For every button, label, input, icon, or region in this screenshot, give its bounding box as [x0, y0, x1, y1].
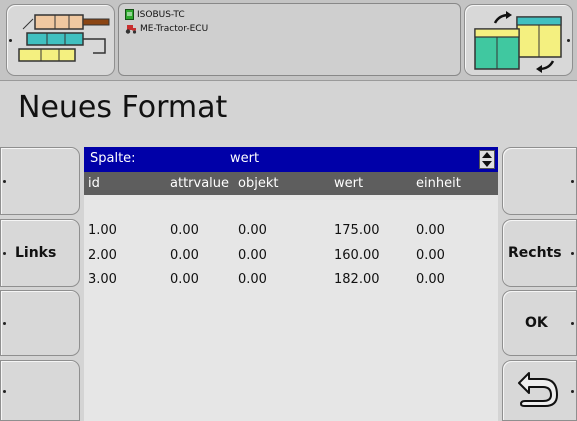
table-cell: 2.00: [88, 248, 117, 263]
table-cell: 0.00: [416, 248, 445, 263]
implement-layout-button[interactable]: [6, 4, 115, 76]
swap-layout-icon: [474, 11, 562, 73]
swap-layout-button[interactable]: [464, 4, 573, 76]
softkey-left-links-label: Links: [15, 245, 57, 261]
softkey-left-1[interactable]: [0, 147, 80, 215]
table-cell: 160.00: [334, 248, 380, 263]
table-cell: 182.00: [334, 272, 380, 287]
column-selector-value: wert: [230, 151, 260, 166]
softkey-marker: [3, 180, 6, 183]
softkey-right-rechts[interactable]: Rechts: [502, 219, 577, 287]
tractor-icon: [125, 25, 137, 34]
table-cell: 0.00: [238, 248, 267, 263]
status-panel: ISOBUS-TC ME-Tractor-ECU: [118, 3, 461, 76]
column-header-attrvalue: attrvalue: [170, 176, 230, 191]
softkey-right-back[interactable]: [502, 360, 577, 421]
column-selector[interactable]: Spalte: wert: [84, 147, 498, 172]
table-cell: 0.00: [416, 272, 445, 287]
column-selector-spinner[interactable]: [479, 150, 495, 169]
status-line-2-text: ME-Tractor-ECU: [140, 24, 209, 34]
softkey-right-ok-label: OK: [525, 315, 548, 331]
softkey-marker: [571, 252, 574, 255]
column-selector-label: Spalte:: [90, 151, 136, 166]
table-cell: 175.00: [334, 223, 380, 238]
page-title: Neues Format: [18, 90, 228, 125]
table-cell: 3.00: [88, 272, 117, 287]
softkey-left-3[interactable]: [0, 290, 80, 356]
table-row[interactable]: 3.00 0.00 0.00 182.00 0.00: [84, 268, 474, 292]
softkey-left-4[interactable]: [0, 360, 80, 421]
softkey-marker: [3, 322, 6, 325]
softkey-left-links[interactable]: Links: [0, 219, 80, 287]
status-line-1-text: ISOBUS-TC: [137, 9, 185, 20]
softkey-marker: [571, 180, 574, 183]
table-cell: 0.00: [238, 223, 267, 238]
up-down-arrow-icon: [482, 152, 492, 167]
back-arrow-icon: [518, 372, 558, 407]
document-icon: [125, 9, 134, 20]
column-header-id: id: [88, 176, 100, 191]
implement-layout-icon: [18, 14, 110, 62]
softkey-right-1[interactable]: [502, 147, 577, 215]
softkey-marker: [9, 39, 12, 42]
table-cell: 1.00: [88, 223, 117, 238]
column-header-wert: wert: [334, 176, 364, 191]
status-line-1: ISOBUS-TC: [125, 9, 185, 20]
data-table: Spalte: wert id attrvalue objekt wert ei…: [84, 147, 498, 421]
softkey-right-ok[interactable]: OK: [502, 290, 577, 356]
column-header-objekt: objekt: [238, 176, 279, 191]
status-line-2: ME-Tractor-ECU: [125, 24, 208, 34]
softkey-marker: [3, 389, 6, 393]
column-header-einheit: einheit: [416, 176, 461, 191]
softkey-right-rechts-label: Rechts: [508, 245, 562, 261]
table-row[interactable]: 2.00 0.00 0.00 160.00 0.00: [84, 244, 474, 268]
table-cell: 0.00: [238, 272, 267, 287]
table-cell: 0.00: [170, 272, 199, 287]
table-row[interactable]: 1.00 0.00 0.00 175.00 0.00: [84, 219, 474, 243]
softkey-marker: [571, 389, 574, 393]
table-cell: 0.00: [170, 248, 199, 263]
column-header-row: id attrvalue objekt wert einheit: [84, 172, 498, 195]
softkey-marker: [571, 322, 574, 325]
softkey-marker: [3, 252, 6, 255]
table-cell: 0.00: [170, 223, 199, 238]
table-cell: 0.00: [416, 223, 445, 238]
